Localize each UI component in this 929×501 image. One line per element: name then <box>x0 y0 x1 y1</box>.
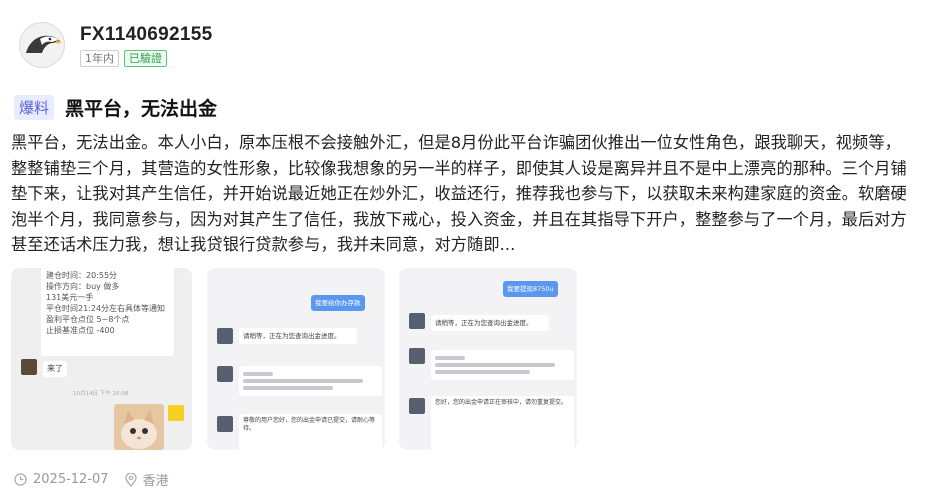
support-avatar <box>217 416 233 432</box>
username[interactable]: FX1140692155 <box>80 24 213 46</box>
reply-bubble: 来了 <box>43 361 67 377</box>
sent-bubble: 我要给你办存款 <box>311 295 365 311</box>
sent-bubble: 我要提现8750u <box>503 281 558 297</box>
verified-badge: 已驗證 <box>124 49 167 67</box>
post-location: 香港 <box>142 474 169 489</box>
avatar[interactable] <box>19 22 65 68</box>
support-bubble: 您好，您的出金申请正在审核中，请勿重复提交。 <box>431 396 574 450</box>
location-pin-icon <box>124 472 137 487</box>
post-title[interactable]: 黑平台，无法出金 <box>65 94 217 121</box>
blurred-bubble <box>239 366 382 396</box>
chat-line: 131美元一手 <box>46 293 94 302</box>
chat-line: 建仓时间：20:55分 <box>46 271 118 280</box>
post-body[interactable]: 黑平台，无法出金。本人小白，原本压根不会接触外汇，但是8月份此平台诈骗团伙推出一… <box>11 130 916 258</box>
support-bubble: 请稍等，正在为您查询出金进度。 <box>431 315 549 331</box>
chat-line: 止损基准点位 -400 <box>46 326 115 335</box>
support-avatar <box>409 313 425 329</box>
chat-line: 操作方向：buy 做多 <box>46 282 120 291</box>
chat-timestamp: 10月14日 下午 20:08 <box>73 391 129 397</box>
post-image-3[interactable]: 我要提现8750u 请稍等，正在为您查询出金进度。 您好，您的出金申请正在审核中… <box>399 268 577 450</box>
post-image-1[interactable]: 建仓时间：20:55分 操作方向：buy 做多 131美元一手 平仓时间21:2… <box>11 268 192 450</box>
sender-avatar <box>21 359 37 375</box>
support-avatar <box>409 348 425 364</box>
eagle-logo-icon <box>20 23 64 67</box>
blurred-bubble <box>431 350 574 380</box>
chat-line: 平仓时间21:24分左右具体等通知 <box>46 304 166 313</box>
post-header: FX1140692155 1年内 已驗證 <box>19 19 213 71</box>
support-bubble: 尊敬的用户您好，您的出金申请已提交，请耐心等待。 <box>239 414 382 450</box>
chat-line: 盈利平仓点位 5~8个点 <box>46 315 130 324</box>
user-avatar-small <box>168 405 184 421</box>
support-avatar <box>409 398 425 414</box>
support-avatar <box>217 366 233 382</box>
category-tag[interactable]: 爆料 <box>14 95 55 120</box>
clock-icon <box>14 473 27 486</box>
account-age-badge: 1年内 <box>80 49 119 67</box>
support-avatar <box>217 328 233 344</box>
cat-sticker <box>114 404 164 450</box>
post-date: 2025-12-07 <box>33 472 109 487</box>
post-footer: 2025-12-07 香港 <box>14 470 185 489</box>
support-bubble: 请稍等，正在为您查询出金进度。 <box>239 328 357 344</box>
post-title-row: 爆料 黑平台，无法出金 <box>14 94 217 121</box>
post-image-2[interactable]: 我要给你办存款 请稍等，正在为您查询出金进度。 尊敬的用户您好，您的出金申请已提… <box>207 268 385 450</box>
